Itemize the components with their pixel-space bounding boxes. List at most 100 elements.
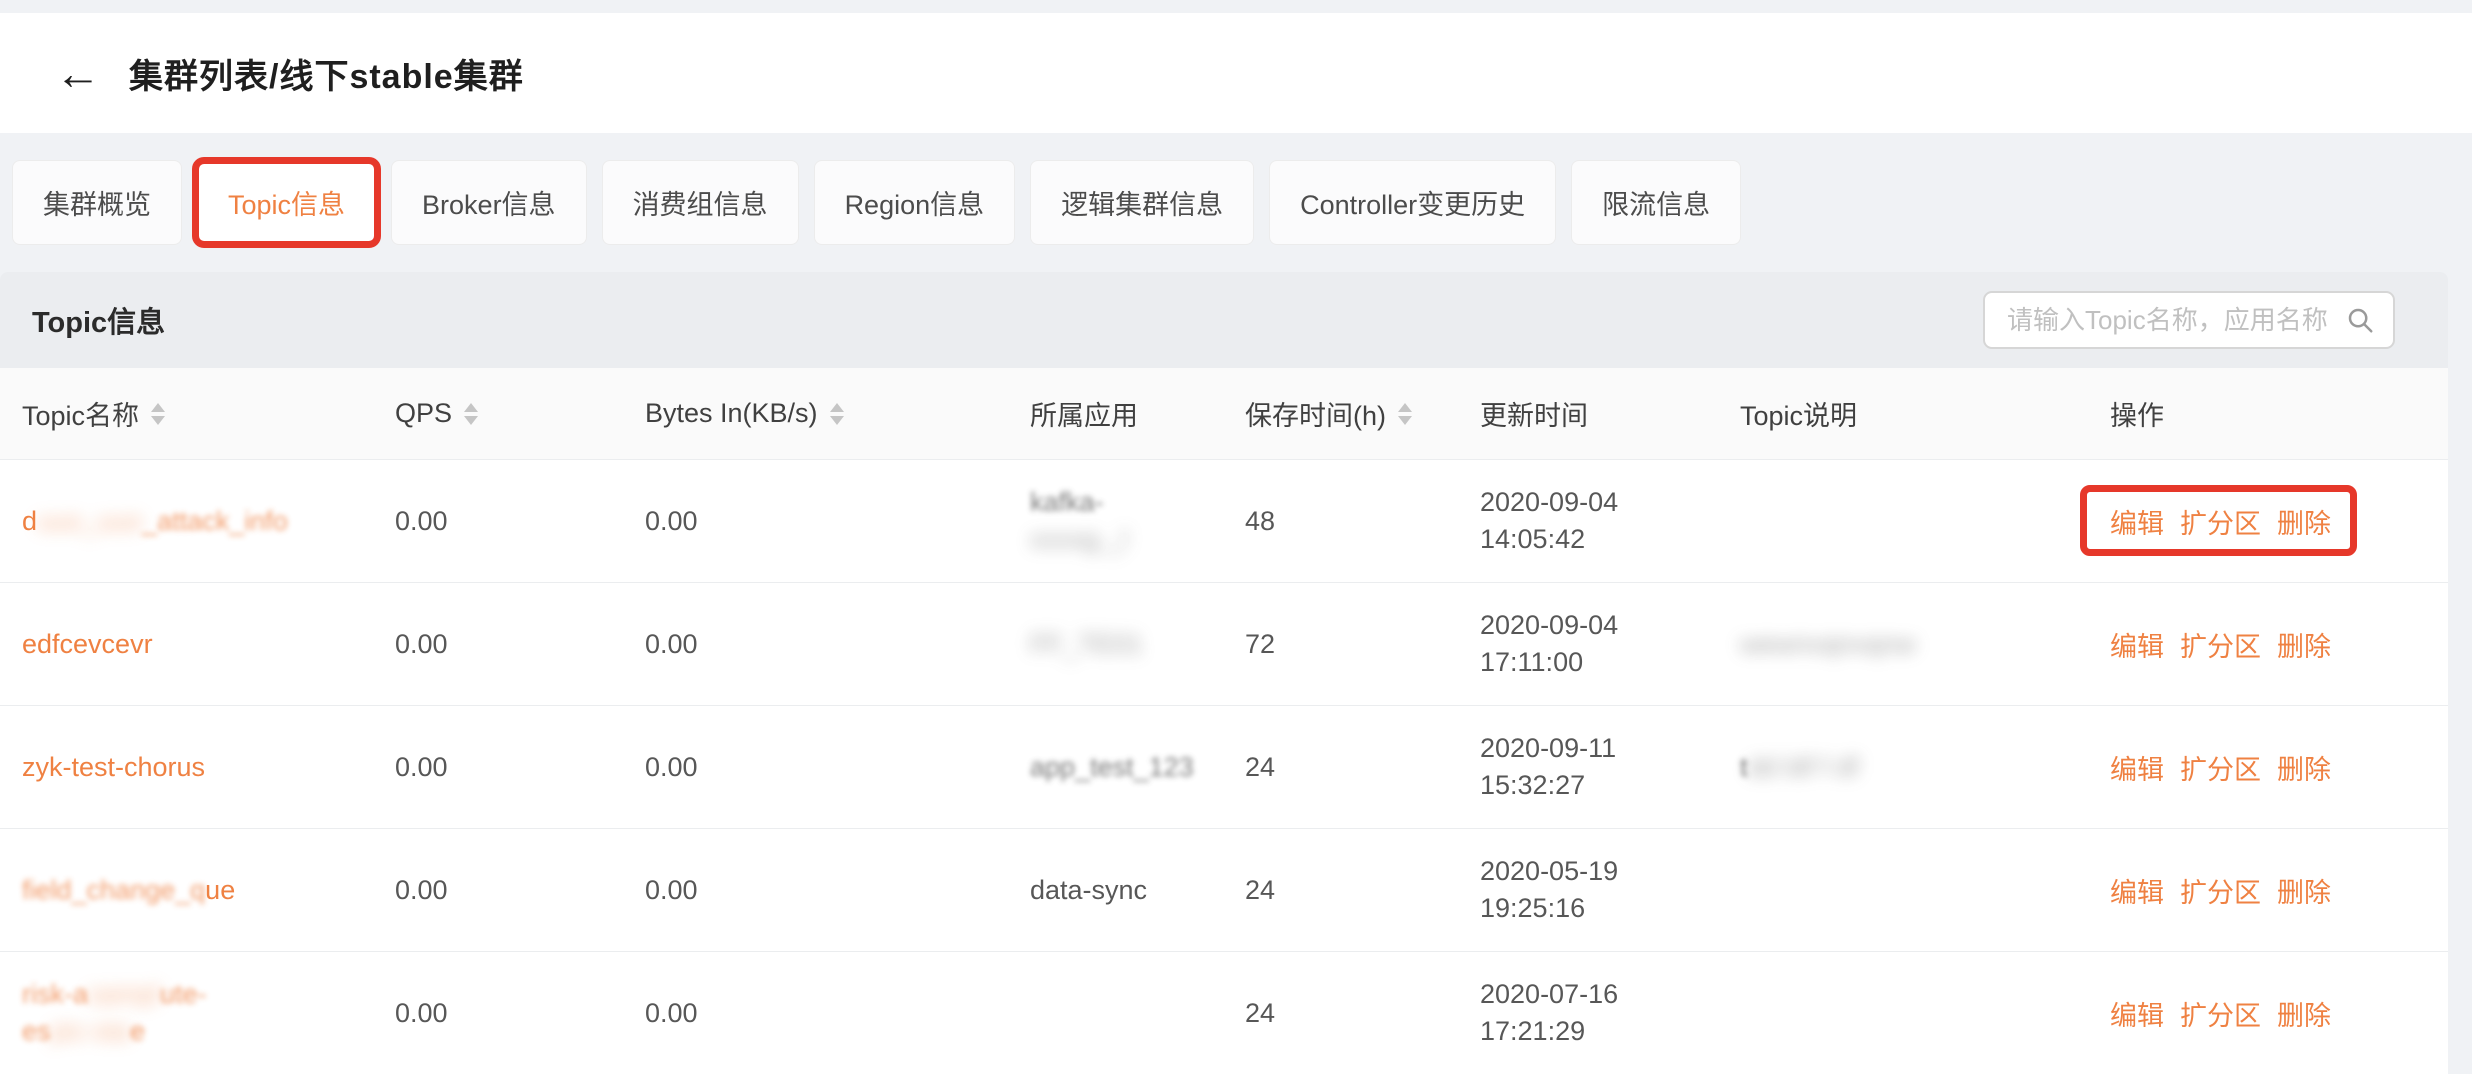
table-row: field_change_que0.000.00data-sync242020-… bbox=[0, 828, 2448, 951]
section-title: Topic信息 bbox=[32, 299, 165, 341]
tab-逻辑集群信息[interactable]: 逻辑集群信息 bbox=[1030, 160, 1254, 245]
column-header-retention_h[interactable]: 保存时间(h) bbox=[1245, 394, 1480, 433]
expand-partition-action[interactable]: 扩分区 bbox=[2180, 502, 2261, 541]
tab-消费组信息[interactable]: 消费组信息 bbox=[602, 160, 799, 245]
column-label: 更新时间 bbox=[1480, 394, 1588, 433]
qps-value: 0.00 bbox=[395, 875, 448, 906]
column-header-qps[interactable]: QPS bbox=[395, 398, 645, 429]
table-row: risk-asamplute-espic-stae0.000.00242020-… bbox=[0, 951, 2448, 1074]
column-header-bytes_in[interactable]: Bytes In(KB/s) bbox=[645, 398, 1030, 429]
cell-actions: 编辑扩分区删除 bbox=[2110, 994, 2448, 1033]
tab-限流信息[interactable]: 限流信息 bbox=[1571, 160, 1741, 245]
actions-group: 编辑扩分区删除 bbox=[2110, 871, 2331, 910]
section-bar: Topic信息 bbox=[0, 272, 2448, 368]
topic-desc: wewnvqnvqnw bbox=[1740, 626, 1916, 663]
cell-topic-name: duuo_uuo_attack_info bbox=[0, 503, 395, 540]
delete-action[interactable]: 删除 bbox=[2277, 748, 2331, 787]
search-icon[interactable] bbox=[2345, 305, 2375, 335]
retention-value: 24 bbox=[1245, 875, 1275, 906]
table-header-row: Topic名称QPSBytes In(KB/s)所属应用 保存时间(h)更新时间 T… bbox=[0, 368, 2448, 459]
sort-asc-icon[interactable] bbox=[830, 403, 844, 412]
cell-topic-name: field_change_que bbox=[0, 872, 395, 909]
sort-arrows-icon[interactable] bbox=[151, 403, 165, 425]
tab-Controller变更历史[interactable]: Controller变更历史 bbox=[1269, 160, 1556, 245]
cell-updated: 2020-05-1919:25:16 bbox=[1480, 853, 1740, 927]
sort-desc-icon[interactable] bbox=[464, 416, 478, 425]
cell-actions: 编辑扩分区删除 bbox=[2110, 625, 2448, 664]
sort-asc-icon[interactable] bbox=[1398, 403, 1412, 412]
tab-Topic信息[interactable]: Topic信息 bbox=[197, 160, 376, 245]
sort-desc-icon[interactable] bbox=[1398, 416, 1412, 425]
column-header-updated: 更新时间 bbox=[1480, 394, 1740, 433]
edit-action[interactable]: 编辑 bbox=[2110, 625, 2164, 664]
column-label: 操作 bbox=[2110, 394, 2164, 433]
cell-actions: 编辑扩分区删除 bbox=[2110, 871, 2448, 910]
edit-action[interactable]: 编辑 bbox=[2110, 748, 2164, 787]
cell-desc: wewnvqnvqnw bbox=[1740, 626, 2110, 663]
edit-action[interactable]: 编辑 bbox=[2110, 502, 2164, 541]
topic-link[interactable]: duuo_uuo_attack_info bbox=[22, 503, 288, 540]
column-label: Topic说明 bbox=[1740, 394, 1857, 433]
sort-asc-icon[interactable] bbox=[151, 403, 165, 412]
actions-group: 编辑扩分区删除 bbox=[2110, 748, 2331, 787]
delete-action[interactable]: 删除 bbox=[2277, 502, 2331, 541]
redacted-text: uuo_uuo bbox=[37, 506, 142, 536]
delete-action[interactable]: 删除 bbox=[2277, 994, 2331, 1033]
table-row: duuo_uuo_attack_info0.000.00kafka-xxxxg.… bbox=[0, 459, 2448, 582]
redacted-text: dd ldf f df bbox=[1748, 752, 1859, 782]
sort-desc-icon[interactable] bbox=[151, 416, 165, 425]
sort-arrows-icon[interactable] bbox=[1398, 403, 1412, 425]
tab-label: 限流信息 bbox=[1602, 183, 1710, 222]
text: edfcevcevr bbox=[22, 629, 153, 659]
tab-label: Region信息 bbox=[845, 183, 985, 222]
text: ue bbox=[205, 875, 235, 905]
expand-partition-action[interactable]: 扩分区 bbox=[2180, 871, 2261, 910]
column-header-topic[interactable]: Topic名称 bbox=[0, 394, 395, 433]
topic-link[interactable]: risk-asamplute-espic-stae bbox=[22, 976, 207, 1050]
back-arrow-icon[interactable]: ← bbox=[55, 50, 101, 96]
expand-partition-action[interactable]: 扩分区 bbox=[2180, 994, 2261, 1033]
cell-topic-name: risk-asamplute-espic-stae bbox=[0, 976, 395, 1050]
sort-arrows-icon[interactable] bbox=[830, 403, 844, 425]
redacted-text: t bbox=[1740, 752, 1748, 782]
bytes-in-value: 0.00 bbox=[645, 752, 698, 783]
cell-topic-name: edfcevcevr bbox=[0, 626, 395, 663]
expand-partition-action[interactable]: 扩分区 bbox=[2180, 625, 2261, 664]
cell-topic-name: zyk-test-chorus bbox=[0, 749, 395, 786]
cell-updated: 2020-09-1115:32:27 bbox=[1480, 730, 1740, 804]
topic-link[interactable]: edfcevcevr bbox=[22, 626, 153, 663]
retention-value: 48 bbox=[1245, 506, 1275, 537]
top-strip bbox=[0, 0, 2472, 13]
cell-qps: 0.00 bbox=[395, 629, 645, 660]
cell-updated: 2020-09-0414:05:42 bbox=[1480, 484, 1740, 558]
edit-action[interactable]: 编辑 bbox=[2110, 871, 2164, 910]
app-name: app_test_123 bbox=[1030, 749, 1194, 786]
search-box[interactable] bbox=[1983, 291, 2395, 349]
column-label: 所属应用 bbox=[1030, 394, 1138, 433]
topic-link[interactable]: zyk-test-chorus bbox=[22, 749, 205, 786]
search-input[interactable] bbox=[2007, 305, 2345, 336]
delete-action[interactable]: 删除 bbox=[2277, 625, 2331, 664]
actions-group: 编辑扩分区删除 bbox=[2110, 994, 2331, 1033]
cell-bytes-in: 0.00 bbox=[645, 752, 1030, 783]
tab-Region信息[interactable]: Region信息 bbox=[814, 160, 1016, 245]
topic-link[interactable]: field_change_que bbox=[22, 872, 235, 909]
cell-retention: 24 bbox=[1245, 752, 1480, 783]
sort-arrows-icon[interactable] bbox=[464, 403, 478, 425]
bytes-in-value: 0.00 bbox=[645, 629, 698, 660]
column-header-actions: 操作 bbox=[2110, 394, 2448, 433]
sort-desc-icon[interactable] bbox=[830, 416, 844, 425]
delete-action[interactable]: 删除 bbox=[2277, 871, 2331, 910]
expand-partition-action[interactable]: 扩分区 bbox=[2180, 748, 2261, 787]
cell-bytes-in: 0.00 bbox=[645, 875, 1030, 906]
tab-Broker信息[interactable]: Broker信息 bbox=[391, 160, 587, 245]
bytes-in-value: 0.00 bbox=[645, 998, 698, 1029]
cell-qps: 0.00 bbox=[395, 752, 645, 783]
cell-updated: 2020-07-1617:21:29 bbox=[1480, 976, 1740, 1050]
tab-集群概览[interactable]: 集群概览 bbox=[12, 160, 182, 245]
sort-asc-icon[interactable] bbox=[464, 403, 478, 412]
topic-table: Topic名称QPSBytes In(KB/s)所属应用 保存时间(h)更新时间 T… bbox=[0, 368, 2448, 1074]
cell-qps: 0.00 bbox=[395, 506, 645, 537]
app-name: kafka-xxxxg._l bbox=[1030, 484, 1128, 558]
edit-action[interactable]: 编辑 bbox=[2110, 994, 2164, 1033]
